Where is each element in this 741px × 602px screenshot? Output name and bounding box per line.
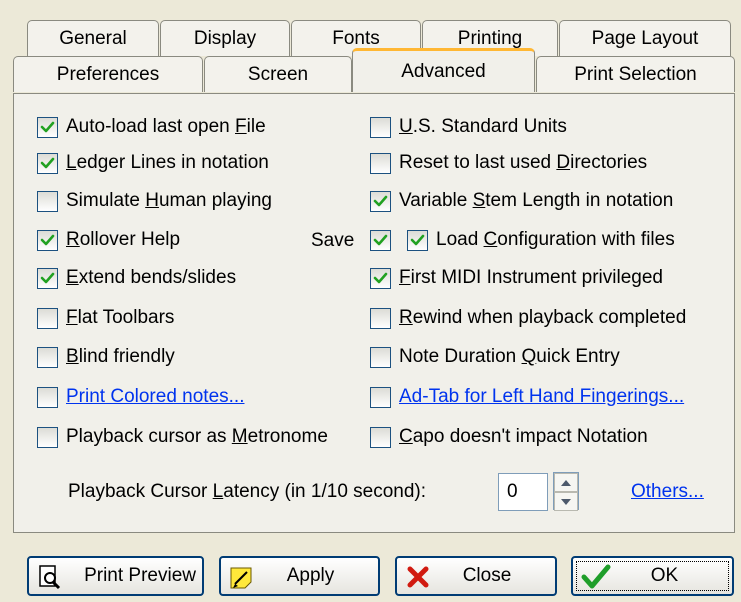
right-checkbox-2[interactable] (370, 191, 391, 212)
ok-button[interactable]: OK (571, 556, 734, 596)
checkmark-icon (40, 272, 55, 284)
save-label: Save (311, 230, 355, 251)
left-checkbox-1[interactable] (37, 153, 58, 174)
tab-advanced[interactable]: Advanced (352, 48, 535, 92)
others-link[interactable]: Others... (631, 481, 704, 503)
save-checkbox[interactable] (370, 230, 391, 251)
left-option-label-1: Ledger Lines in notation (66, 152, 269, 173)
right-checkbox-0[interactable] (370, 117, 391, 138)
left-checkbox-7[interactable] (37, 387, 58, 408)
tab-row-bottom: Preferences Screen Advanced Print Select… (0, 48, 741, 94)
right-checkbox-1[interactable] (370, 153, 391, 174)
ok-check-icon (581, 564, 611, 589)
tab-print-selection[interactable]: Print Selection (536, 56, 735, 92)
right-checkbox-3[interactable] (407, 230, 428, 251)
right-option-label-0: U.S. Standard Units (399, 116, 567, 137)
right-option-label-3: Load Configuration with files (436, 229, 675, 250)
right-option-label-1: Reset to last used Directories (399, 152, 648, 173)
left-option-label-6: Blind friendly (66, 346, 175, 367)
checkmark-icon (373, 234, 388, 246)
close-button[interactable]: Close (395, 556, 557, 596)
spin-down-icon[interactable] (554, 492, 578, 511)
right-option-label-8: Capo doesn't impact Notation (399, 426, 648, 447)
left-option-label-2: Simulate Human playing (66, 190, 272, 211)
latency-input[interactable]: 0 (498, 473, 548, 511)
checkmark-icon (373, 272, 388, 284)
tab-general[interactable]: General (27, 20, 159, 56)
tab-page-layout[interactable]: Page Layout (559, 20, 731, 56)
left-checkbox-3[interactable] (37, 230, 58, 251)
left-option-label-7[interactable]: Print Colored notes... (66, 386, 244, 408)
right-option-label-7[interactable]: Ad-Tab for Left Hand Fingerings... (399, 386, 684, 408)
tab-display[interactable]: Display (160, 20, 290, 56)
left-option-label-3: Rollover Help (66, 229, 181, 250)
close-icon (405, 564, 429, 588)
left-option-label-0: Auto-load last open File (66, 116, 266, 137)
right-option-label-6: Note Duration Quick Entry (399, 346, 620, 367)
left-option-label-8: Playback cursor as Metronome (66, 426, 328, 447)
left-option-label-5: Flat Toolbars (66, 307, 175, 328)
checkmark-icon (410, 234, 425, 246)
checkmark-icon (40, 157, 55, 169)
print-preview-button[interactable]: Print Preview (27, 556, 204, 596)
latency-label: Playback Cursor Latency (in 1/10 second)… (68, 481, 427, 502)
left-option-label-4: Extend bends/slides (66, 267, 237, 288)
apply-icon (229, 564, 253, 589)
left-checkbox-6[interactable] (37, 347, 58, 368)
tab-preferences[interactable]: Preferences (13, 56, 203, 92)
apply-button[interactable]: Apply (219, 556, 380, 596)
close-label: Close (462, 565, 512, 586)
print-preview-label: Print Preview (84, 565, 196, 586)
left-checkbox-8[interactable] (37, 427, 58, 448)
right-checkbox-6[interactable] (370, 347, 391, 368)
left-checkbox-2[interactable] (37, 191, 58, 212)
tab-screen[interactable]: Screen (204, 56, 352, 92)
apply-label: Apply (286, 565, 335, 586)
left-checkbox-5[interactable] (37, 308, 58, 329)
right-checkbox-5[interactable] (370, 308, 391, 329)
checkmark-icon (40, 234, 55, 246)
right-option-label-2: Variable Stem Length in notation (399, 190, 674, 211)
left-checkbox-4[interactable] (37, 268, 58, 289)
print-preview-icon (37, 564, 61, 590)
right-checkbox-7[interactable] (370, 387, 391, 408)
left-checkbox-0[interactable] (37, 117, 58, 138)
right-option-label-4: First MIDI Instrument privileged (399, 267, 663, 288)
right-checkbox-8[interactable] (370, 427, 391, 448)
right-option-label-5: Rewind when playback completed (399, 307, 687, 328)
ok-label: OK (650, 565, 679, 586)
checkmark-icon (373, 195, 388, 207)
spin-up-icon[interactable] (554, 473, 578, 492)
checkmark-icon (40, 121, 55, 133)
latency-spinner[interactable] (553, 472, 579, 511)
right-checkbox-4[interactable] (370, 268, 391, 289)
